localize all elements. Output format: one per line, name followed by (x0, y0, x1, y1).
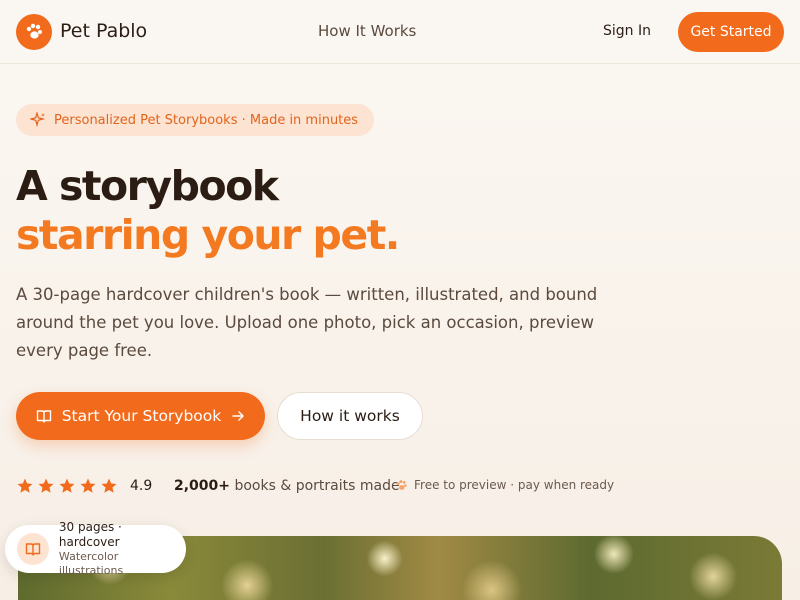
tagline-text: Personalized Pet Storybooks · Made in mi… (54, 112, 359, 128)
logo[interactable] (16, 14, 52, 50)
star-icon (38, 478, 54, 493)
brand-name[interactable]: Pet Pablo (60, 20, 147, 42)
badge-line1: 30 pages · hardcover (58, 520, 122, 549)
sparkle-icon (30, 112, 46, 128)
star-rating (16, 477, 118, 495)
book-icon (25, 543, 41, 556)
paw-icon (26, 23, 42, 39)
star-icon (17, 478, 33, 493)
star-icon (101, 478, 117, 493)
free-preview-text: Free to preview · pay when ready (414, 478, 615, 492)
tagline-pill: Personalized Pet Storybooks · Made in mi… (16, 104, 375, 136)
rating-value: 4.9 (130, 478, 153, 494)
hero-title-line1: A storybook (16, 162, 279, 210)
get-started-button[interactable]: Get Started (678, 12, 784, 52)
star-icon (80, 478, 96, 493)
badge-icon-circle (17, 533, 49, 565)
start-storybook-button[interactable]: Start Your Storybook (16, 392, 265, 440)
badge-text: 30 pages · hardcover Watercolor illustra… (59, 520, 186, 578)
free-preview-note: Free to preview · pay when ready (395, 478, 614, 492)
star-icon (59, 478, 75, 493)
sign-in-link[interactable]: Sign In (603, 23, 651, 39)
book-info-badge: 30 pages · hardcover Watercolor illustra… (5, 520, 186, 577)
book-icon (36, 410, 51, 423)
start-storybook-label: Start Your Storybook (61, 407, 222, 425)
how-it-works-button[interactable]: How it works (277, 392, 423, 440)
nav-how-it-works[interactable]: How It Works (318, 22, 416, 40)
books-count: 2,000+ (174, 478, 231, 494)
top-nav: Pet Pablo How It Works Sign In Get Start… (0, 0, 800, 64)
books-made: 2,000+ books & portraits made (174, 478, 400, 494)
badge-line2: Watercolor illustrations (58, 550, 124, 577)
books-label: books & portraits made (234, 478, 400, 494)
hero-title-line2: starring your pet. (16, 211, 400, 259)
arrow-right-icon (232, 411, 245, 421)
hero-description: A 30-page hardcover children's book — wr… (16, 285, 598, 360)
paw-icon (396, 479, 407, 490)
